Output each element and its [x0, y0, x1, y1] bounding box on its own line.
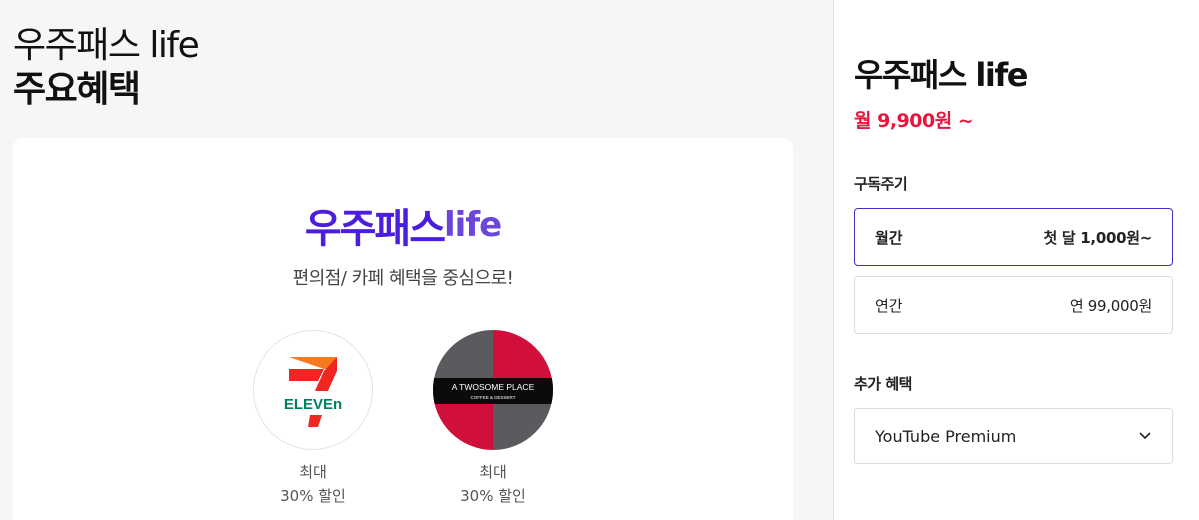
benefit-card: 우주패스life 편의점/ 카페 혜택을 중심으로! ELEVEn 최대 30%… [13, 138, 793, 520]
option-monthly-price: 첫 달 1,000원~ [1043, 228, 1152, 247]
extra-benefit-label: 추가 혜택 [854, 375, 912, 393]
partner-caption-discount: 30% 할인 [460, 487, 526, 505]
benefit-tagline: 편의점/ 카페 혜택을 중심으로! [292, 268, 514, 289]
logo-life-text: life [444, 205, 502, 245]
option-yearly-price: 연 99,000원 [1069, 296, 1152, 315]
partner-caption-max: 최대 [299, 463, 327, 481]
partner-caption-max: 최대 [479, 463, 507, 481]
billing-cycle-label: 구독주기 [854, 175, 908, 193]
logo-korean-text: 우주패스 [304, 206, 446, 252]
plan-title: 우주패스 life [854, 56, 1028, 94]
partner-caption-discount: 30% 할인 [280, 487, 346, 505]
seven-eleven-logo: ELEVEn [253, 330, 373, 450]
extra-benefit-value: YouTube Premium [875, 426, 1017, 446]
option-monthly-label: 월간 [875, 228, 903, 247]
option-monthly[interactable]: 월간 첫 달 1,000원~ [854, 208, 1173, 266]
twosome-place-logo: A TWOSOME PLACE COFFEE & DESSERT [433, 330, 553, 450]
woojupass-life-logo: 우주패스life [13, 196, 793, 254]
plan-price: 월 9,900원 ~ [854, 110, 974, 132]
twosome-logo-subtext: COFFEE & DESSERT [471, 395, 516, 400]
benefits-panel: 우주패스 life 주요혜택 우주패스life 편의점/ 카페 혜택을 중심으로… [0, 0, 833, 520]
chevron-down-icon [1138, 429, 1152, 443]
extra-benefit-select[interactable]: YouTube Premium [854, 408, 1173, 464]
option-yearly[interactable]: 연간 연 99,000원 [854, 276, 1173, 334]
twosome-logo-text: A TWOSOME PLACE [452, 382, 535, 392]
page-subtitle: 주요혜택 [13, 69, 141, 110]
partner-twosome-place: A TWOSOME PLACE COFFEE & DESSERT 최대 30% … [433, 330, 553, 508]
subscription-sidebar: 우주패스 life 월 9,900원 ~ 구독주기 월간 첫 달 1,000원~… [833, 0, 1199, 520]
option-yearly-label: 연간 [875, 296, 903, 315]
seven-eleven-logo-text: ELEVEn [284, 396, 342, 413]
partner-seven-eleven: ELEVEn 최대 30% 할인 [253, 330, 373, 508]
